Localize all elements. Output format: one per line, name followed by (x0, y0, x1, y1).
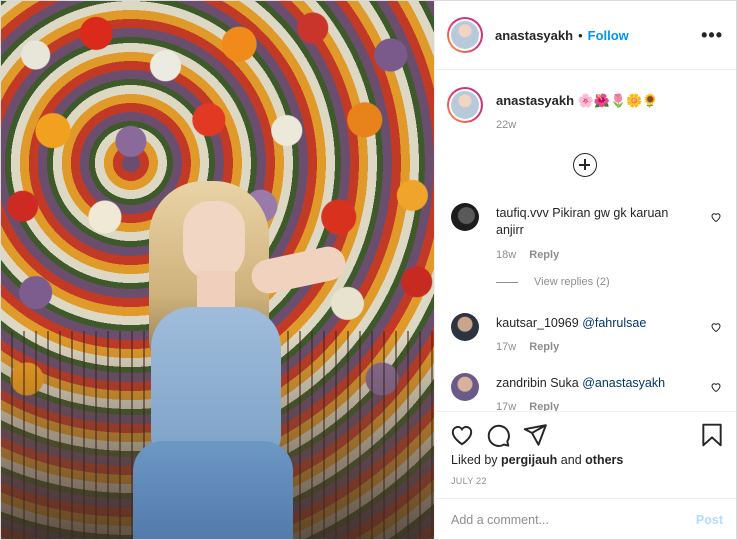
view-replies-label: View replies (2) (534, 276, 610, 288)
more-icon[interactable]: ••• (701, 25, 723, 46)
add-comment-bar: Post (435, 498, 736, 539)
reply-button[interactable]: Reply (529, 249, 559, 261)
comment-meta: 17w Reply (496, 341, 569, 353)
photo-top (151, 307, 281, 457)
photo-jeans (133, 441, 293, 539)
photo-face (183, 201, 245, 281)
comment-like-heart-icon[interactable] (710, 321, 722, 333)
reply-button[interactable]: Reply (529, 341, 559, 353)
comment-text-row: kautsar_10969 @fahrulsae (496, 315, 686, 332)
comment-meta: 18w Reply (496, 249, 569, 261)
caption-text-row: anastasyakh 🌸🌺🌷🌼🌻 (496, 93, 659, 109)
comment-text-row: taufiq.vvv Pikiran gw gk karuan anjirr (496, 205, 686, 239)
commenter-avatar[interactable] (451, 203, 479, 231)
caption-time[interactable]: 22w (496, 119, 516, 131)
comment-username[interactable]: zandribin (496, 376, 547, 390)
heart-icon[interactable] (449, 422, 475, 448)
post-comment-button[interactable]: Post (696, 513, 723, 527)
reply-button[interactable]: Reply (529, 401, 559, 411)
instagram-post: anastasyakh • Follow ••• anastasyakh 🌸🌺🌷… (0, 0, 737, 540)
view-replies-link[interactable]: View replies (2) (496, 276, 610, 288)
liked-by-others[interactable]: others (585, 453, 623, 467)
comment-text-row: zandribin Suka @anastasyakh (496, 375, 686, 392)
post-header: anastasyakh • Follow ••• (435, 1, 736, 70)
comment-time[interactable]: 17w (496, 341, 516, 353)
commenter-avatar[interactable] (451, 373, 479, 401)
caption-avatar[interactable] (447, 87, 483, 123)
liked-by-prefix: Liked by (451, 453, 498, 467)
comment-time[interactable]: 18w (496, 249, 516, 261)
comment-mention[interactable]: @fahrulsae (582, 316, 646, 330)
comment-like-heart-icon[interactable] (710, 381, 722, 393)
liked-by-user[interactable]: pergijauh (501, 453, 557, 467)
comment-like-heart-icon[interactable] (710, 211, 722, 223)
comment-time[interactable]: 17w (496, 401, 516, 411)
author-username[interactable]: anastasyakh (495, 28, 573, 43)
post-date[interactable]: JULY 22 (451, 476, 487, 486)
caption-username[interactable]: anastasyakh (496, 93, 574, 108)
caption-text: 🌸🌺🌷🌼🌻 (577, 93, 659, 108)
commenter-avatar[interactable] (451, 313, 479, 341)
author-avatar[interactable] (447, 17, 483, 53)
post-side-panel: anastasyakh • Follow ••• anastasyakh 🌸🌺🌷… (434, 1, 736, 539)
comment-username[interactable]: kautsar_10969 (496, 316, 579, 330)
comment-mention[interactable]: @anastasyakh (582, 376, 665, 390)
likes-summary: Liked by pergijauh and others (451, 453, 623, 467)
comment-body: Suka (550, 376, 579, 390)
comment-icon[interactable] (485, 422, 511, 448)
liked-by-connector: and (560, 453, 582, 467)
comments-list[interactable]: anastasyakh 🌸🌺🌷🌼🌻 22w taufiq.vvv Pikiran… (435, 71, 736, 411)
follow-button[interactable]: Follow (588, 28, 629, 43)
separator-dot: • (578, 27, 583, 43)
comment-input[interactable] (451, 513, 696, 527)
comment-meta: 17w Reply (496, 401, 569, 411)
bookmark-icon[interactable] (699, 422, 725, 448)
post-actions: Liked by pergijauh and others JULY 22 (435, 411, 736, 511)
comment-username[interactable]: taufiq.vvv (496, 206, 549, 220)
share-icon[interactable] (522, 422, 548, 448)
load-more-comments-icon[interactable] (573, 153, 597, 177)
post-photo[interactable] (1, 1, 434, 539)
